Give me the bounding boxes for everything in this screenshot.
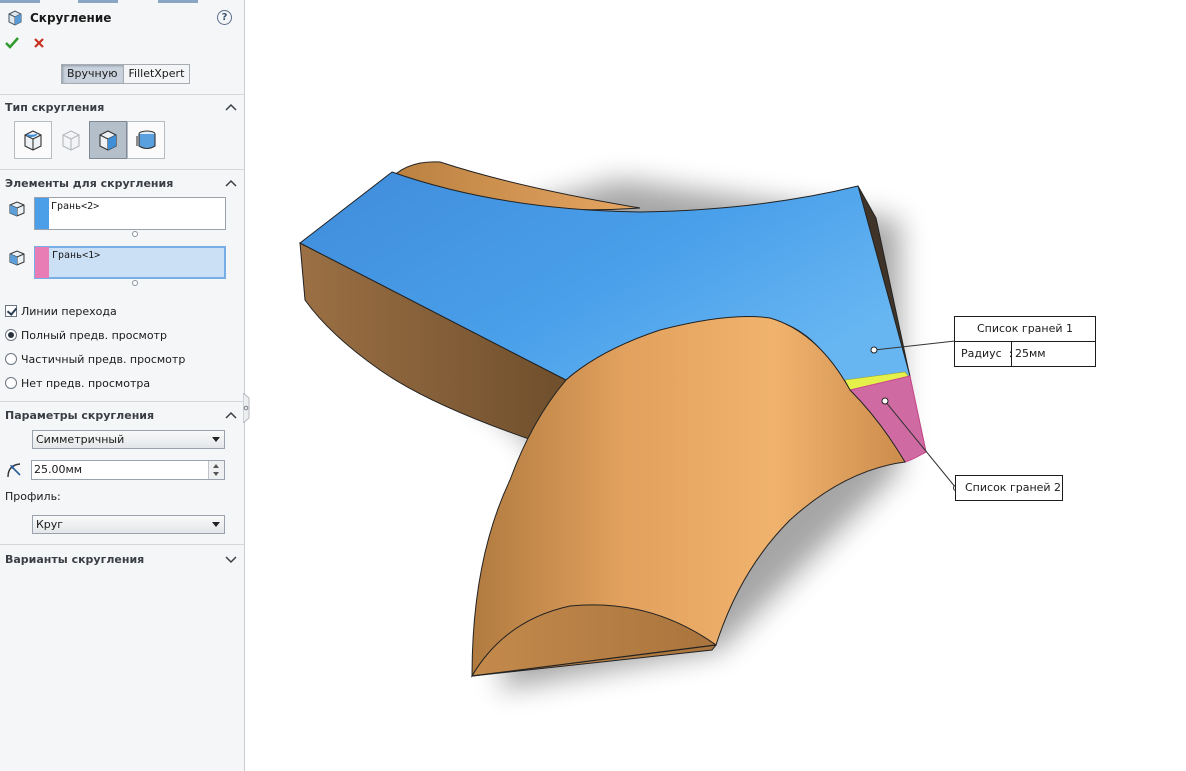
face-set-1-color [35,198,49,229]
divider [0,401,245,402]
divider [0,169,245,170]
face-set-2-list[interactable]: Грань<1> [34,246,226,279]
panel-tabs-strip [0,0,245,3]
face-list-1-title: Список граней 1 [955,317,1095,342]
face-list-1-callout[interactable]: Список граней 1 Радиус : 25мм [954,316,1096,367]
collapse-chevron-icon[interactable] [225,102,237,112]
face-set-1-item[interactable]: Грань<2> [51,201,99,212]
filletxpert-tab[interactable]: FilletXpert [123,65,190,83]
spin-up-icon[interactable] [213,464,219,468]
profile-select[interactable]: Круг [32,515,225,534]
radius-input[interactable]: 25.00мм [31,460,225,480]
list-resize-grip[interactable] [132,231,138,237]
profile-label: Профиль: [5,490,61,503]
full-preview-option[interactable]: Полный предв. просмотр [5,328,167,342]
fillet-model-3d[interactable] [246,0,1186,771]
items-heading[interactable]: Элементы для скругления [5,177,173,190]
radius-callout-value[interactable]: 25мм [1011,342,1095,366]
no-preview-radio[interactable] [5,377,17,389]
face-fillet-icon [99,130,117,151]
ok-check-icon[interactable] [5,36,19,50]
variable-size-fillet-button[interactable] [52,121,90,159]
parameters-heading[interactable]: Параметры скругления [5,409,154,422]
cancel-x-icon[interactable] [32,36,46,50]
fillet-type-heading[interactable]: Тип скругления [5,101,104,114]
dropdown-arrow-icon [212,522,220,527]
face-fillet-button[interactable] [89,121,127,159]
callout-2-anchor[interactable] [881,397,889,405]
spin-down-icon[interactable] [213,472,219,476]
fillet-feature-icon [8,10,22,26]
partial-preview-option[interactable]: Частичный предв. просмотр [5,352,185,366]
dropdown-arrow-icon [212,437,220,442]
no-preview-option[interactable]: Нет предв. просмотра [5,376,150,390]
full-round-fillet-icon [136,130,156,150]
divider [0,94,245,95]
variants-heading[interactable]: Варианты скругления [5,553,144,566]
face-set-1-icon [9,201,25,217]
radius-icon [7,463,21,478]
face-set-2-item[interactable]: Грань<1> [52,250,100,261]
graphics-area[interactable] [246,0,1186,771]
variable-fillet-icon [62,130,80,151]
expand-chevron-icon[interactable] [225,554,237,564]
callout-1-anchor[interactable] [870,346,878,354]
full-round-fillet-button[interactable] [127,121,165,159]
feature-header: Скругление [6,8,111,28]
list-resize-grip[interactable] [132,280,138,286]
full-preview-radio[interactable] [5,329,17,341]
face-set-2-color [35,247,49,278]
face-set-2-icon [9,250,25,266]
full-preview-label: Полный предв. просмотр [21,328,167,342]
radius-spinner[interactable] [208,461,224,479]
profile-value: Круг [36,518,64,531]
tangent-lines-label: Линии перехода [21,304,117,318]
no-preview-label: Нет предв. просмотра [21,376,151,390]
radius-callout-label: Радиус : [961,347,1013,360]
constant-size-fillet-button[interactable] [14,121,52,159]
feature-title: Скругление [30,11,112,25]
collapse-chevron-icon[interactable] [225,178,237,188]
partial-preview-radio[interactable] [5,353,17,365]
property-manager: Скругление ? Вручную FilletXpert Тип скр… [0,0,250,771]
partial-preview-label: Частичный предв. просмотр [21,352,186,366]
face-list-2-callout[interactable]: Список граней 2 [955,475,1063,501]
mode-toggle: Вручную FilletXpert [61,64,191,84]
tangent-lines-checkbox[interactable] [5,305,17,317]
face-set-1-list[interactable]: Грань<2> [34,197,226,230]
tangent-lines-option[interactable]: Линии перехода [5,304,117,318]
radius-value: 25.00мм [34,463,83,476]
constant-fillet-icon [24,130,42,151]
divider [0,544,245,545]
fillet-method-value: Симметричный [36,433,125,446]
fillet-method-select[interactable]: Симметричный [32,430,225,449]
collapse-chevron-icon[interactable] [225,410,237,420]
help-icon[interactable]: ? [217,10,232,25]
manual-tab[interactable]: Вручную [62,65,124,83]
